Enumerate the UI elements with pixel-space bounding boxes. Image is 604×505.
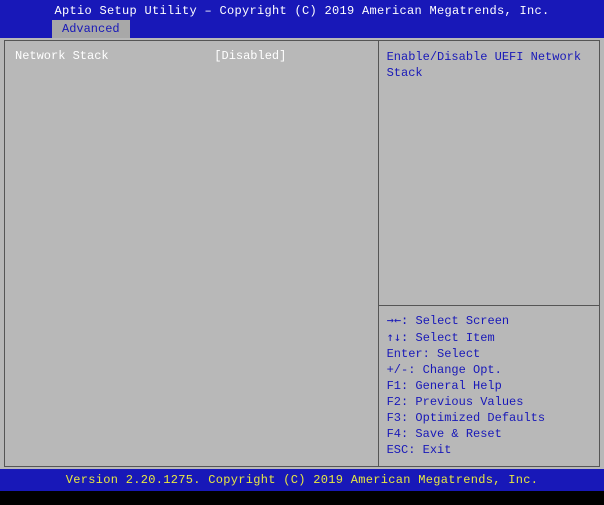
action: Previous Values bbox=[415, 395, 523, 409]
legend-change-opt: +/-: Change Opt. bbox=[387, 362, 591, 378]
action: Select Screen bbox=[416, 314, 510, 328]
setting-label: Network Stack bbox=[15, 49, 214, 63]
key: F2: bbox=[387, 395, 409, 409]
help-panel: Enable/Disable UEFI Network Stack bbox=[379, 41, 599, 306]
settings-panel: Network Stack [Disabled] bbox=[5, 41, 379, 466]
legend-select-item: ↑↓: Select Item bbox=[387, 329, 591, 346]
tab-row: Advanced bbox=[0, 20, 604, 38]
setting-row-network-stack[interactable]: Network Stack [Disabled] bbox=[15, 49, 368, 63]
key: +/-: bbox=[387, 363, 416, 377]
action: Change Opt. bbox=[423, 363, 502, 377]
action: General Help bbox=[415, 379, 501, 393]
main-area: Network Stack [Disabled] Enable/Disable … bbox=[4, 40, 600, 467]
header-title: Aptio Setup Utility – Copyright (C) 2019… bbox=[54, 4, 549, 18]
action: Optimized Defaults bbox=[415, 411, 545, 425]
key: F3: bbox=[387, 411, 409, 425]
legend-optimized-defaults: F3: Optimized Defaults bbox=[387, 410, 591, 426]
action: Save & Reset bbox=[415, 427, 501, 441]
action: Select bbox=[437, 347, 480, 361]
right-panel: Enable/Disable UEFI Network Stack →←: Se… bbox=[379, 41, 599, 466]
key: F1: bbox=[387, 379, 409, 393]
setting-value: [Disabled] bbox=[214, 49, 367, 63]
legend-panel: →←: Select Screen ↑↓: Select Item Enter:… bbox=[379, 306, 599, 466]
footer-version: Version 2.20.1275. Copyright (C) 2019 Am… bbox=[66, 473, 539, 487]
key: ESC: bbox=[387, 443, 416, 457]
action: Exit bbox=[423, 443, 452, 457]
bios-screen: Aptio Setup Utility – Copyright (C) 2019… bbox=[0, 0, 604, 505]
footer-spacer bbox=[0, 491, 604, 505]
legend-select: Enter: Select bbox=[387, 346, 591, 362]
key: Enter: bbox=[387, 347, 430, 361]
help-description: Enable/Disable UEFI Network Stack bbox=[387, 50, 581, 80]
footer-bar: Version 2.20.1275. Copyright (C) 2019 Am… bbox=[0, 469, 604, 491]
legend-select-screen: →←: Select Screen bbox=[387, 312, 591, 329]
tab-label: Advanced bbox=[62, 22, 120, 36]
action: Select Item bbox=[416, 331, 495, 345]
key: →←: bbox=[387, 313, 409, 327]
legend-exit: ESC: Exit bbox=[387, 442, 591, 458]
key: ↑↓: bbox=[387, 330, 409, 344]
legend-previous-values: F2: Previous Values bbox=[387, 394, 591, 410]
legend-general-help: F1: General Help bbox=[387, 378, 591, 394]
header-bar: Aptio Setup Utility – Copyright (C) 2019… bbox=[0, 0, 604, 20]
legend-save-reset: F4: Save & Reset bbox=[387, 426, 591, 442]
key: F4: bbox=[387, 427, 409, 441]
tab-advanced[interactable]: Advanced bbox=[52, 20, 130, 38]
